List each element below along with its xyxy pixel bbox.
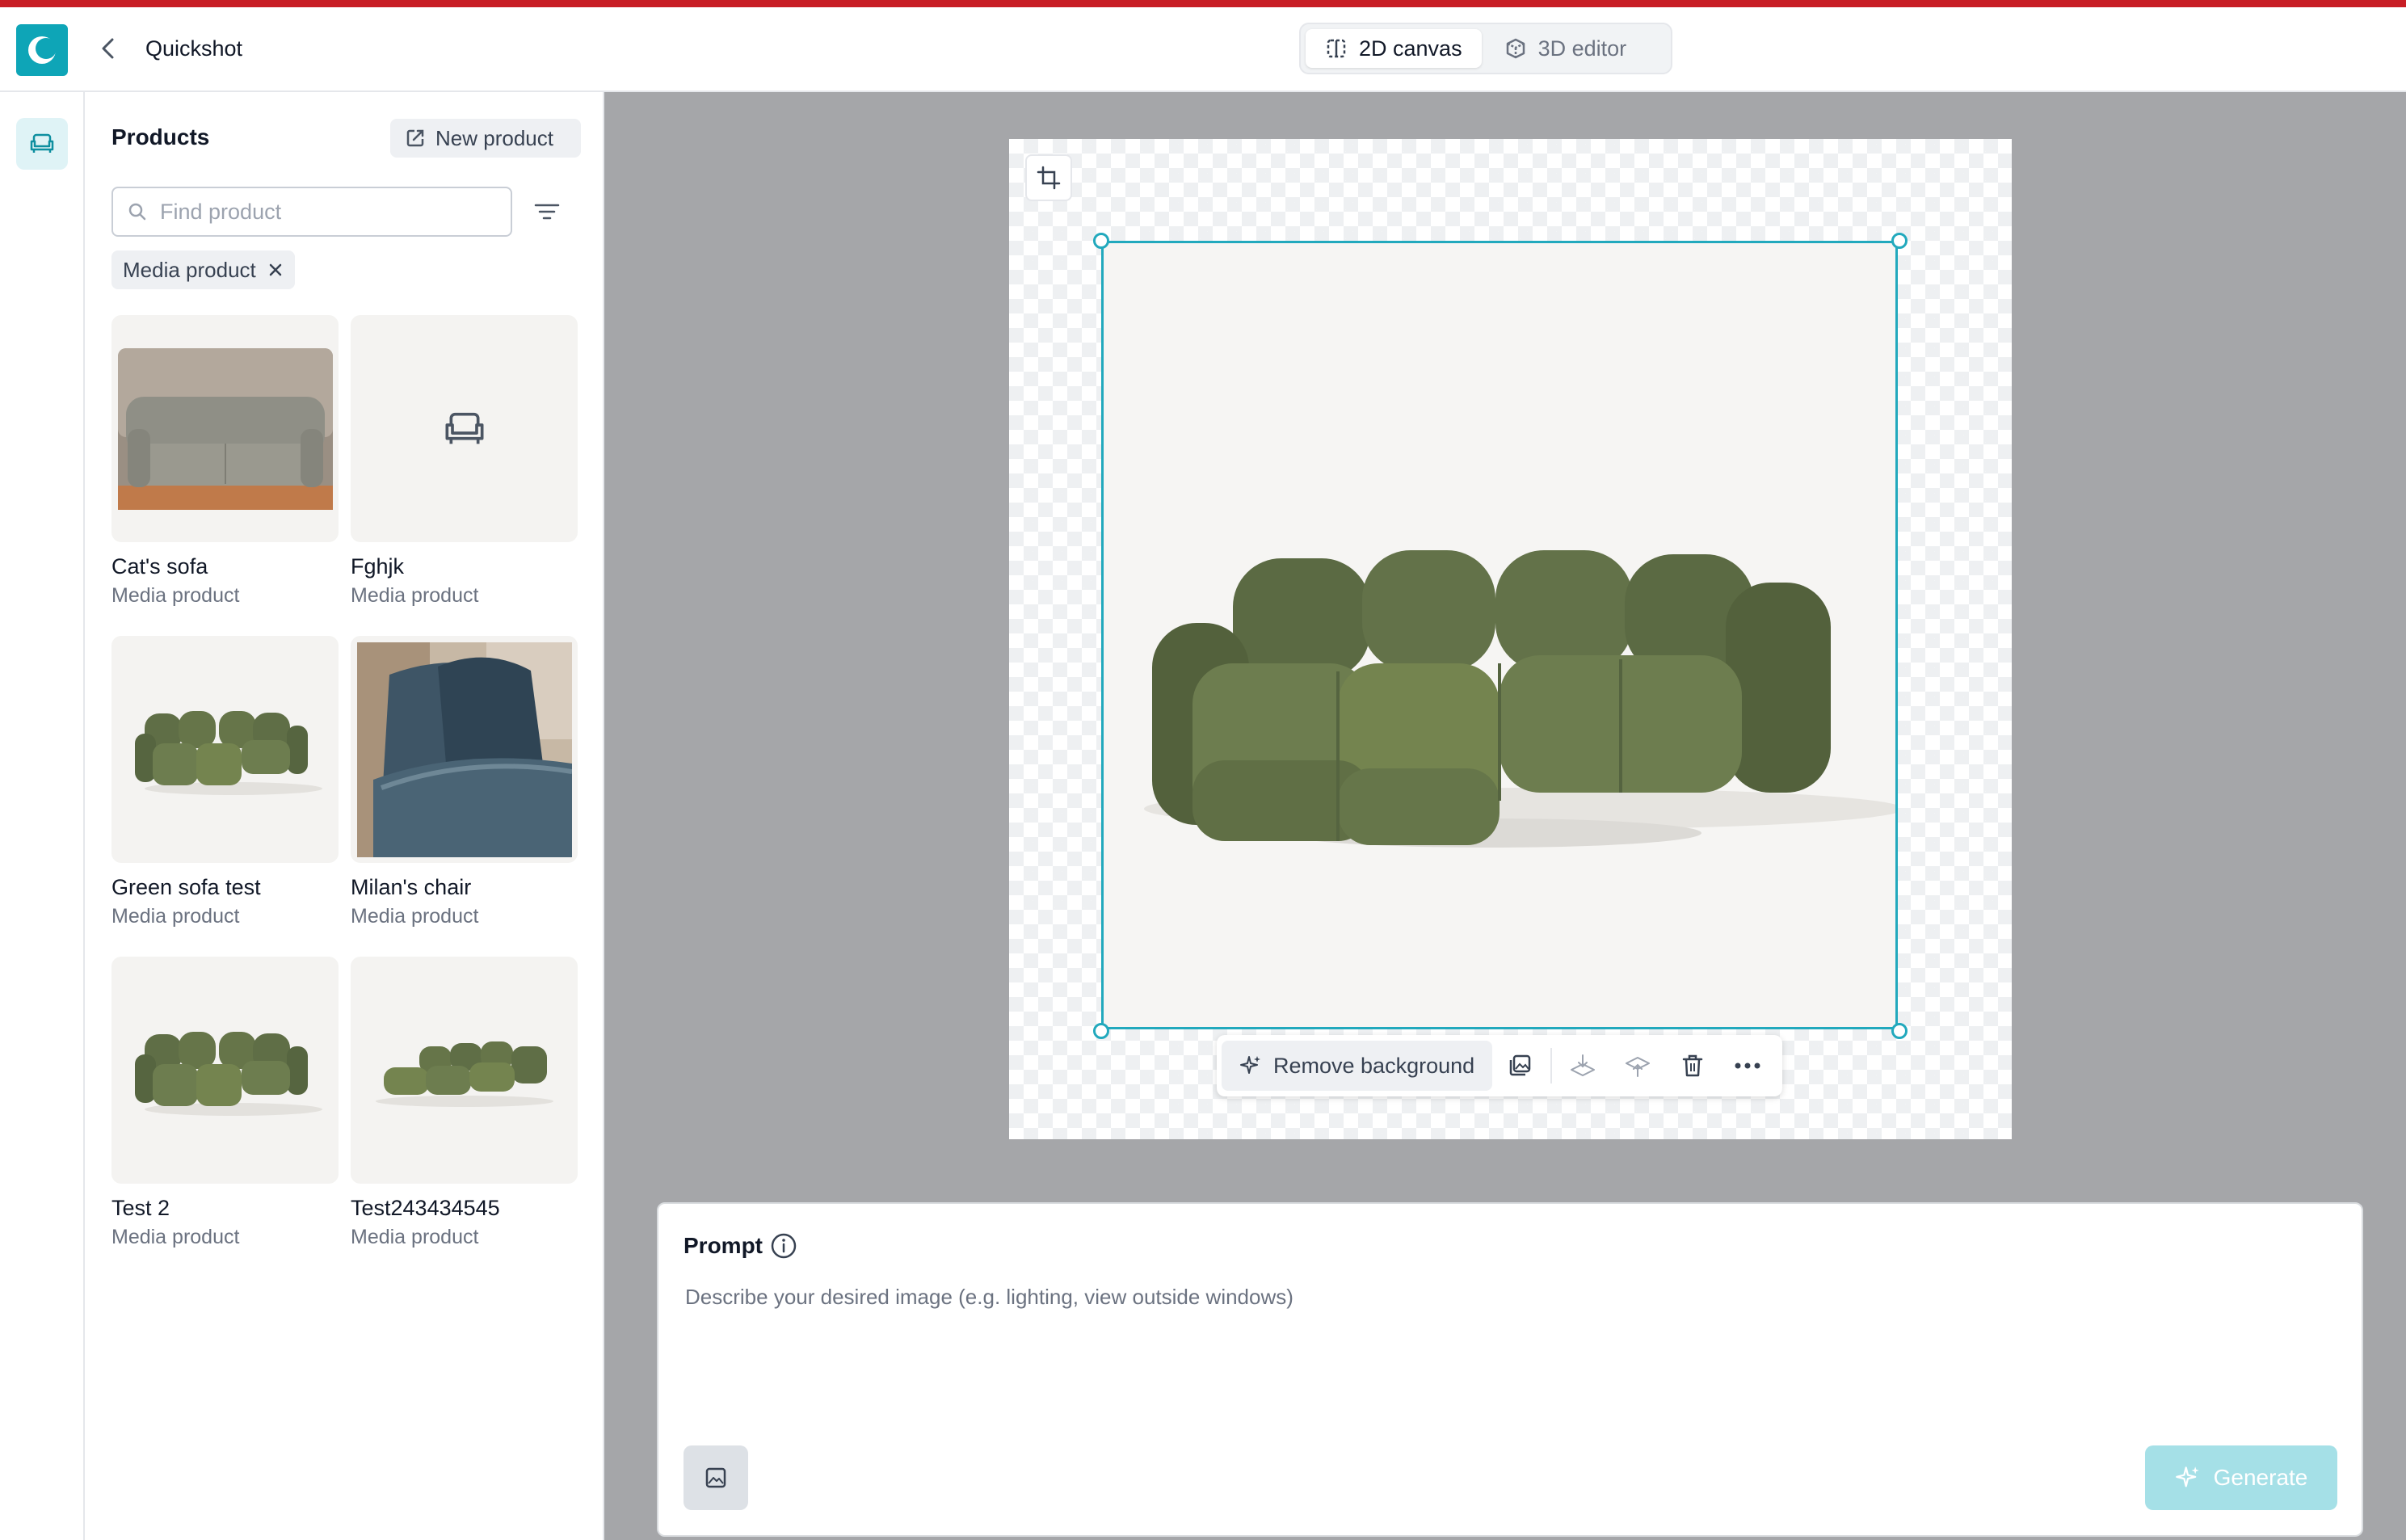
crop-icon: [1037, 166, 1061, 190]
more-icon: [1735, 1062, 1760, 1069]
send-backward-button[interactable]: [1555, 1041, 1610, 1091]
remove-background-label: Remove background: [1273, 1053, 1475, 1078]
send-backward-icon: [1571, 1054, 1596, 1076]
chevron-left-icon: [102, 38, 114, 59]
generate-label: Generate: [2213, 1465, 2308, 1490]
search-input[interactable]: [160, 199, 483, 225]
sofa-placeholder-icon: [445, 412, 483, 444]
product-name: Milan's chair: [351, 875, 472, 899]
filter-chip: Media product: [111, 250, 295, 289]
left-rail: [0, 92, 85, 1540]
product-thumbnail: [111, 315, 339, 542]
search-box: [111, 187, 512, 237]
panel-title: Products: [111, 124, 210, 149]
layers-icon: [1509, 1054, 1531, 1076]
product-grid: Cat's sofa Media product Fghjk Media pro…: [111, 315, 580, 1249]
top-accent-strip: [0, 0, 2406, 7]
green-modular-sofa: [134, 1031, 322, 1116]
selected-image[interactable]: [1101, 241, 1903, 1029]
product-thumbnail: [351, 315, 578, 542]
app-title: Quickshot: [145, 36, 243, 61]
view-switch: 2D canvas 3D editor: [1299, 23, 1672, 74]
product-type: Media product: [351, 1226, 479, 1248]
product-card[interactable]: Test243434545 Media product: [351, 957, 578, 1249]
sofa-icon: [30, 133, 54, 153]
resize-handle-top-right[interactable]: [1891, 233, 1908, 249]
canvas-area: Remove background Prompt Describe your d…: [604, 92, 2406, 1540]
product-name: Test 2: [111, 1196, 170, 1220]
product-thumbnail: [111, 636, 339, 863]
artboard[interactable]: Remove background: [1009, 139, 2012, 1139]
info-icon[interactable]: [770, 1232, 797, 1260]
product-type: Media product: [351, 905, 479, 928]
product-name: Fghjk: [351, 554, 405, 579]
attach-image-button[interactable]: [684, 1445, 748, 1510]
filter-chip-label: Media product: [123, 257, 256, 282]
close-icon[interactable]: [267, 262, 284, 278]
product-name: Cat's sofa: [111, 554, 208, 579]
new-product-label: New product: [435, 125, 553, 150]
green-sofa-angled: [375, 1041, 553, 1107]
resize-handle-bottom-left[interactable]: [1093, 1023, 1109, 1039]
tab-3d-editor[interactable]: 3D editor: [1485, 29, 1647, 68]
green-modular-sofa: [134, 710, 322, 795]
generate-button[interactable]: Generate: [2145, 1445, 2337, 1510]
bring-forward-button[interactable]: [1610, 1041, 1665, 1091]
image-toolbar: Remove background: [1217, 1035, 1782, 1096]
remove-background-button[interactable]: Remove background: [1222, 1041, 1493, 1091]
toolbar-divider: [1550, 1048, 1553, 1083]
product-card[interactable]: Cat's sofa Media product: [111, 315, 339, 608]
delete-button[interactable]: [1665, 1041, 1720, 1091]
product-card[interactable]: Milan's chair Media product: [351, 636, 578, 928]
tab-2d-canvas[interactable]: 2D canvas: [1306, 29, 1482, 68]
app-logo[interactable]: [16, 24, 68, 76]
top-bar: Quickshot 2D canvas 3D editor: [0, 7, 2406, 92]
beige-sofa-photo: [117, 347, 333, 510]
tab-2d-canvas-label: 2D canvas: [1359, 36, 1462, 61]
product-card[interactable]: Green sofa test Media product: [111, 636, 339, 928]
sparkle-icon: [2175, 1466, 2199, 1487]
product-type: Media product: [111, 1226, 240, 1248]
blue-chair-photo: [356, 642, 572, 857]
filter-icon: [534, 204, 560, 220]
search-icon: [128, 203, 146, 221]
resize-handle-bottom-right[interactable]: [1891, 1023, 1908, 1039]
tab-3d-editor-label: 3D editor: [1537, 36, 1627, 61]
filter-button[interactable]: [529, 194, 565, 229]
crop-button[interactable]: [1025, 154, 1072, 201]
product-name: Green sofa test: [111, 875, 261, 899]
external-edit-icon: [406, 129, 424, 147]
trash-icon: [1682, 1054, 1703, 1077]
products-panel: Products New product Media product: [85, 92, 604, 1540]
logo-icon: [28, 36, 57, 64]
prompt-label: Prompt: [684, 1233, 763, 1258]
panel-split-icon: [1327, 39, 1346, 58]
resize-handle-top-left[interactable]: [1093, 233, 1109, 249]
more-button[interactable]: [1720, 1041, 1775, 1091]
product-thumbnail: [351, 957, 578, 1184]
sparkle-icon: [1240, 1056, 1260, 1074]
bring-forward-icon: [1626, 1057, 1651, 1077]
back-button[interactable]: [94, 34, 123, 63]
rail-products-button[interactable]: [16, 118, 68, 170]
new-product-button[interactable]: New product: [390, 119, 581, 158]
product-type: Media product: [351, 584, 479, 607]
prompt-input[interactable]: [685, 1285, 2333, 1414]
product-card[interactable]: Fghjk Media product: [351, 315, 578, 608]
product-thumbnail: [351, 636, 578, 863]
product-name: Test243434545: [351, 1196, 500, 1220]
cube-icon: [1506, 38, 1525, 59]
product-type: Media product: [111, 905, 240, 928]
prompt-panel: Prompt Generate: [657, 1202, 2363, 1537]
product-type: Media product: [111, 584, 240, 607]
layers-button[interactable]: [1492, 1041, 1547, 1091]
green-sofa-image: [1144, 550, 1903, 848]
product-thumbnail: [111, 957, 339, 1184]
product-card[interactable]: Test 2 Media product: [111, 957, 339, 1249]
image-icon: [705, 1467, 726, 1488]
